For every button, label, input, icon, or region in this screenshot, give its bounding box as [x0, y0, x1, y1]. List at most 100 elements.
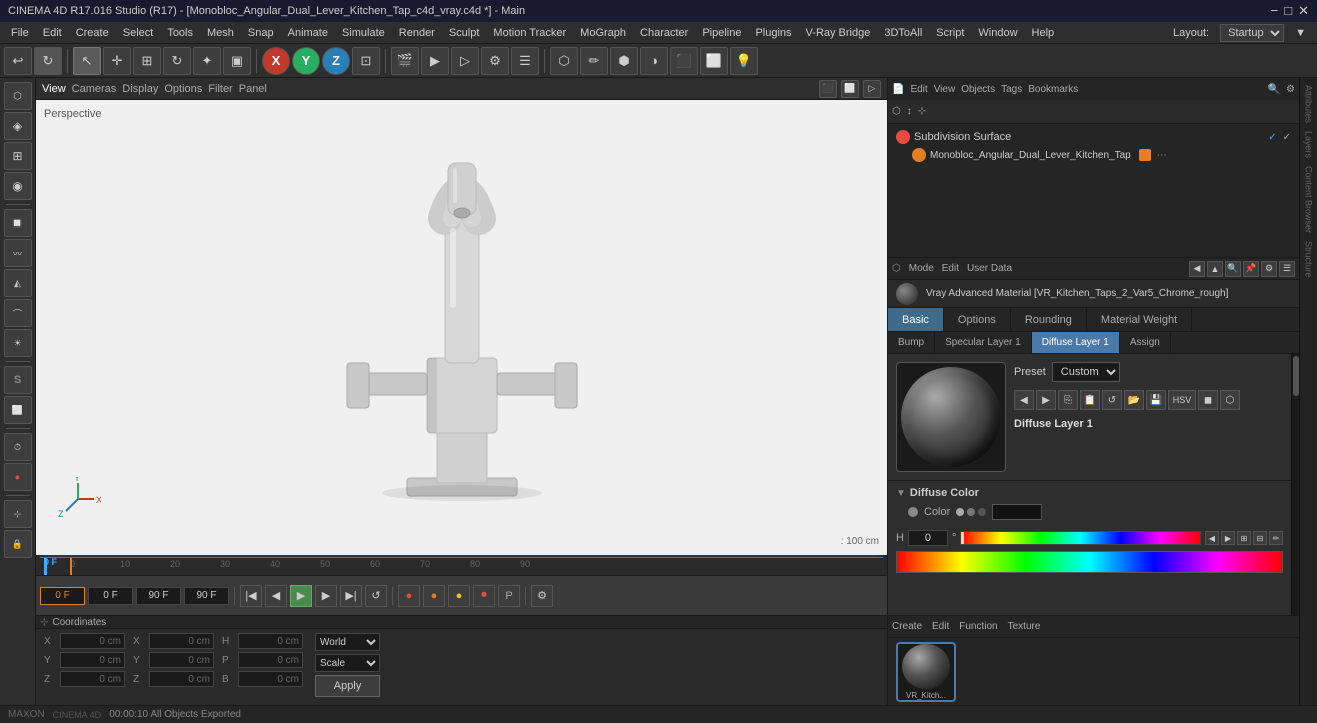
lt-lock-btn[interactable]: 🔒: [4, 530, 32, 558]
lt-nurbs-btn[interactable]: ◭: [4, 269, 32, 297]
lt-obj-btn[interactable]: 🔲: [4, 209, 32, 237]
menu-sculpt[interactable]: Sculpt: [442, 25, 487, 41]
tab-options[interactable]: Options: [164, 83, 202, 95]
menu-mesh[interactable]: Mesh: [200, 25, 241, 41]
menu-pipeline[interactable]: Pipeline: [695, 25, 748, 41]
lt-spline-btn[interactable]: 〰: [4, 239, 32, 267]
lt-floor-btn[interactable]: ⬜: [4, 396, 32, 424]
menu-plugins[interactable]: Plugins: [748, 25, 798, 41]
frame-end-input[interactable]: [136, 587, 181, 605]
scene-item-faucet[interactable]: Monobloc_Angular_Dual_Lever_Kitchen_Tap …: [892, 146, 1295, 164]
lt-light-btn[interactable]: ☀: [4, 329, 32, 357]
rotate-tool-btn[interactable]: ↻: [163, 47, 191, 75]
menu-snap[interactable]: Snap: [241, 25, 281, 41]
undo-btn[interactable]: ↩: [4, 47, 32, 75]
scale-tool-btn[interactable]: ⊞: [133, 47, 161, 75]
select-tool-btn[interactable]: ↖: [73, 47, 101, 75]
y-axis-btn[interactable]: Y: [292, 47, 320, 75]
render-view-btn[interactable]: ▷: [451, 47, 479, 75]
lt-record-btn[interactable]: ●: [4, 463, 32, 491]
scene-bookmarks-label[interactable]: Bookmarks: [1028, 84, 1078, 95]
scene-item-check2[interactable]: ✓: [1283, 132, 1291, 143]
rec-btn[interactable]: ⏺: [473, 585, 495, 607]
scene-tags-label[interactable]: Tags: [1001, 84, 1022, 95]
scene-settings-icon[interactable]: ⚙: [1286, 84, 1295, 95]
mat-menu-btn[interactable]: ☰: [1279, 261, 1295, 277]
hsv-btn-3[interactable]: ⊞: [1237, 531, 1251, 545]
close-btn[interactable]: ✕: [1298, 3, 1309, 19]
viewport[interactable]: Perspective: [36, 100, 887, 555]
menu-mograph[interactable]: MoGraph: [573, 25, 633, 41]
menu-animate[interactable]: Animate: [281, 25, 335, 41]
pos-z-input[interactable]: [60, 671, 125, 687]
viewport-layout-btn[interactable]: ⬜: [841, 80, 859, 98]
mat-forward-btn[interactable]: ▲: [1207, 261, 1223, 277]
menu-create[interactable]: Create: [69, 25, 116, 41]
deform-btn[interactable]: ◑: [640, 47, 668, 75]
material-thumbnail[interactable]: VR_Kitch...: [896, 642, 956, 702]
mat-subtab-specular[interactable]: Specular Layer 1: [935, 332, 1032, 353]
x-axis-btn[interactable]: X: [262, 47, 290, 75]
persp-btn[interactable]: ⬡: [550, 47, 578, 75]
render-settings-btn[interactable]: ⚙: [481, 47, 509, 75]
mat-search-btn[interactable]: 🔍: [1225, 261, 1241, 277]
mat-hex-btn[interactable]: ⬡: [1220, 390, 1240, 410]
mat-next-btn[interactable]: ▶: [1036, 390, 1056, 410]
lt-mode4-btn[interactable]: ◉: [4, 172, 32, 200]
mat-prev-btn[interactable]: ◀: [1014, 390, 1034, 410]
menu-character[interactable]: Character: [633, 25, 695, 41]
rec-scale-btn[interactable]: ●: [448, 585, 470, 607]
rvtab-attributes[interactable]: Attributes: [1303, 82, 1315, 126]
go-start-btn[interactable]: |◀: [240, 585, 262, 607]
scale-z-input[interactable]: [238, 671, 303, 687]
prev-frame-btn[interactable]: ◀: [265, 585, 287, 607]
mat-copy-btn[interactable]: ⎘: [1058, 390, 1078, 410]
go-end-btn[interactable]: ▶|: [340, 585, 362, 607]
film-btn[interactable]: 🎬: [391, 47, 419, 75]
auto-key-btn[interactable]: P: [498, 585, 520, 607]
local-btn[interactable]: ⊡: [352, 47, 380, 75]
material-scrollbar-thumb[interactable]: [1293, 356, 1299, 396]
mat-settings-btn[interactable]: ⚙: [1261, 261, 1277, 277]
mat-subtab-bump[interactable]: Bump: [888, 332, 935, 353]
viewport-opts-btn[interactable]: ⬜: [700, 47, 728, 75]
rot-x-input[interactable]: [149, 633, 214, 649]
viewport-render-btn[interactable]: ▷: [863, 80, 881, 98]
window-controls[interactable]: − □ ✕: [1271, 3, 1309, 19]
scale-x-input[interactable]: [238, 633, 303, 649]
display-btn[interactable]: 💡: [730, 47, 758, 75]
mat-mode-label[interactable]: Mode: [909, 263, 934, 274]
viewport-maximize-btn[interactable]: ⬛: [819, 80, 837, 98]
texture-btn[interactable]: ⬢: [610, 47, 638, 75]
scale-y-input[interactable]: [238, 652, 303, 668]
mat-subtab-assign[interactable]: Assign: [1120, 332, 1171, 353]
maximize-btn[interactable]: □: [1284, 3, 1292, 19]
scene-tb-icon3[interactable]: ⊹: [918, 106, 926, 117]
mat-user-data-label[interactable]: User Data: [967, 263, 1012, 274]
tab-view[interactable]: View: [42, 83, 66, 95]
render-region-btn[interactable]: ▶: [421, 47, 449, 75]
lt-deform-btn[interactable]: ⌒: [4, 299, 32, 327]
frame-current-input[interactable]: [88, 587, 133, 605]
coord-scale-select[interactable]: Scale Size: [315, 654, 380, 672]
lt-gridsnap-btn[interactable]: ⊹: [4, 500, 32, 528]
scene-item-check[interactable]: ✓: [1268, 132, 1276, 143]
transform-btn[interactable]: ✦: [193, 47, 221, 75]
lt-timeline-btn[interactable]: ⏱: [4, 433, 32, 461]
scene-search-icon[interactable]: 🔍: [1268, 84, 1280, 95]
scene-item-subdivision[interactable]: Subdivision Surface ✓ ✓: [892, 128, 1295, 146]
pos-y-input[interactable]: [60, 652, 125, 668]
mat-list-texture[interactable]: Texture: [1008, 621, 1041, 632]
mat-tab-basic[interactable]: Basic: [888, 308, 944, 331]
menu-script[interactable]: Script: [929, 25, 971, 41]
lt-s-btn[interactable]: S: [4, 366, 32, 394]
menu-motion-tracker[interactable]: Motion Tracker: [486, 25, 573, 41]
mat-reset-btn[interactable]: ↺: [1102, 390, 1122, 410]
mat-list-function[interactable]: Function: [959, 621, 997, 632]
scene-objects-label[interactable]: Objects: [961, 84, 995, 95]
menu-file[interactable]: File: [4, 25, 36, 41]
color-spectrum[interactable]: [896, 551, 1283, 573]
mat-pin-btn[interactable]: 📌: [1243, 261, 1259, 277]
rec-pos-btn[interactable]: ●: [398, 585, 420, 607]
tab-filter[interactable]: Filter: [208, 83, 232, 95]
